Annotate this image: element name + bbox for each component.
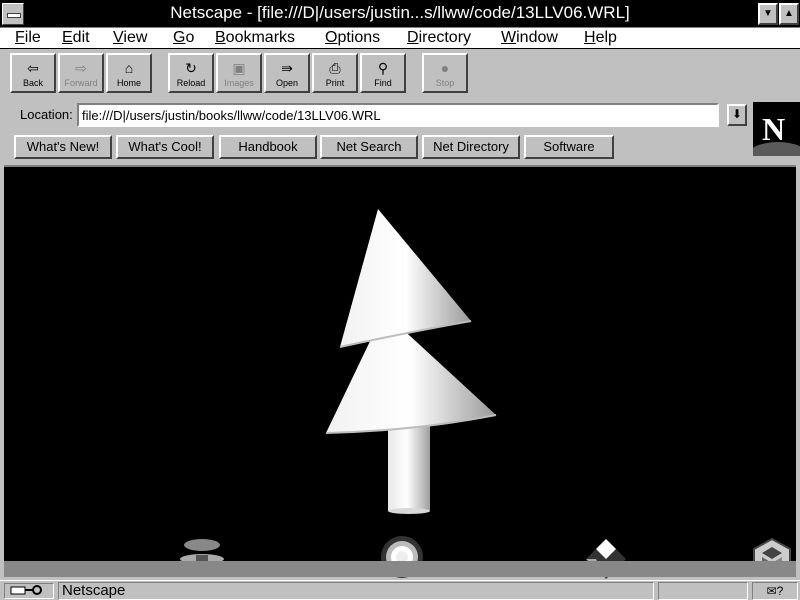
- menu-help[interactable]: Help: [584, 28, 617, 48]
- images-label: Images: [224, 78, 254, 88]
- vrml-viewport[interactable]: M: [4, 165, 796, 579]
- menu-bar: File Edit View Go Bookmarks Options Dire…: [0, 28, 800, 49]
- vrml-navigation-bar: [4, 561, 796, 577]
- status-text: Netscape: [58, 582, 654, 600]
- stop-label: Stop: [435, 78, 455, 88]
- forward-button[interactable]: ⇨ Forward: [58, 53, 104, 93]
- stop-icon: ●: [440, 60, 450, 76]
- back-label: Back: [22, 78, 43, 88]
- home-label: Home: [116, 78, 141, 88]
- handbook-button[interactable]: Handbook: [219, 135, 317, 159]
- whats-new-button[interactable]: What's New!: [14, 135, 112, 159]
- menu-edit[interactable]: Edit: [62, 28, 90, 48]
- location-input[interactable]: file:///D|/users/justin/books/llww/code/…: [77, 103, 719, 127]
- menu-directory[interactable]: Directory: [407, 28, 471, 48]
- menu-file[interactable]: File: [15, 28, 41, 48]
- status-bar: Netscape ✉?: [0, 580, 800, 600]
- net-search-button[interactable]: Net Search: [320, 135, 418, 159]
- minimize-button[interactable]: ▼: [758, 3, 778, 25]
- find-button[interactable]: ⚲ Find: [360, 53, 406, 93]
- toolbar: ⇦ Back ⇨ Forward ⌂ Home ↻ Reload ▣ Image…: [0, 50, 800, 96]
- location-label: Location:: [20, 107, 73, 122]
- net-directory-button[interactable]: Net Directory: [422, 135, 520, 159]
- home-icon: ⌂: [124, 60, 134, 76]
- tree-trunk: [388, 425, 430, 514]
- back-button[interactable]: ⇦ Back: [10, 53, 56, 93]
- reload-button[interactable]: ↻ Reload: [168, 53, 214, 93]
- whats-cool-button[interactable]: What's Cool!: [116, 135, 214, 159]
- tree-scene: [325, 209, 497, 514]
- stop-button[interactable]: ● Stop: [422, 53, 468, 93]
- window-title: Netscape - [file:///D|/users/justin...s/…: [170, 3, 630, 22]
- open-label: Open: [275, 78, 299, 88]
- logo-letter: N: [762, 111, 786, 147]
- binoculars-icon: ⚲: [377, 60, 389, 76]
- menu-view[interactable]: View: [113, 28, 147, 48]
- printer-icon: ⎙: [329, 60, 341, 76]
- progress-cell: [658, 582, 748, 600]
- print-button[interactable]: ⎙ Print: [312, 53, 358, 93]
- open-icon: ⇛: [281, 60, 293, 76]
- software-button[interactable]: Software: [524, 135, 614, 159]
- forward-label: Forward: [64, 78, 98, 88]
- reload-icon: ↻: [185, 60, 197, 76]
- back-arrow-icon: ⇦: [27, 60, 39, 76]
- open-button[interactable]: ⇛ Open: [264, 53, 310, 93]
- reload-label: Reload: [176, 78, 206, 88]
- mail-icon[interactable]: ✉?: [752, 582, 798, 600]
- menu-options[interactable]: Options: [325, 28, 380, 48]
- key-icon: [4, 583, 54, 599]
- find-label: Find: [374, 78, 392, 88]
- location-dropdown-button[interactable]: ⬇: [727, 104, 747, 126]
- print-label: Print: [325, 78, 345, 88]
- menu-window[interactable]: Window: [501, 28, 558, 48]
- images-button[interactable]: ▣ Images: [216, 53, 262, 93]
- home-button[interactable]: ⌂ Home: [106, 53, 152, 93]
- forward-arrow-icon: ⇨: [75, 60, 87, 76]
- images-icon: ▣: [232, 60, 246, 76]
- title-bar: Netscape - [file:///D|/users/justin...s/…: [0, 0, 800, 28]
- menu-go[interactable]: Go: [173, 28, 194, 48]
- netscape-logo[interactable]: N: [753, 102, 800, 156]
- maximize-button[interactable]: ▲: [779, 3, 799, 25]
- menu-bookmarks[interactable]: Bookmarks: [215, 28, 295, 48]
- tree-upper-cone: [339, 209, 472, 348]
